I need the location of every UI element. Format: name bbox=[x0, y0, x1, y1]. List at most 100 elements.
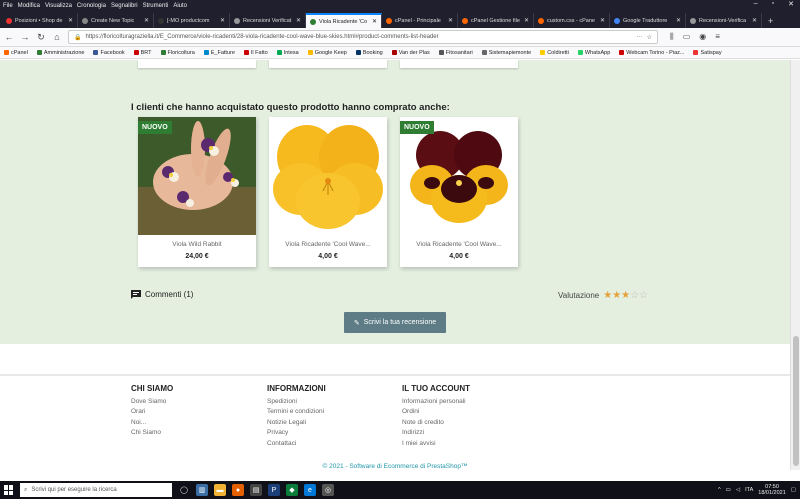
back-icon[interactable]: ← bbox=[4, 32, 14, 42]
product-card[interactable]: NUOVO Viola Ricadente 'Cool Wave... 4,00… bbox=[400, 117, 518, 267]
menu-item[interactable]: Aiuto bbox=[173, 3, 187, 9]
bookmark-item[interactable]: E_Fatture bbox=[203, 50, 235, 56]
product-name[interactable]: Viola Wild Rabbit bbox=[138, 241, 256, 248]
minimize-icon[interactable]: – bbox=[754, 0, 758, 8]
bookmark-item[interactable]: Amministrazione bbox=[36, 50, 84, 56]
task-view-app-icon[interactable]: ▥ bbox=[196, 484, 208, 496]
edge-icon[interactable]: e bbox=[304, 484, 316, 496]
footer-link[interactable]: Orari bbox=[131, 408, 173, 415]
browser-tab[interactable]: Google Traduttore ✕ bbox=[610, 13, 686, 28]
clock[interactable]: 07:50 18/01/2021 bbox=[758, 484, 786, 497]
home-icon[interactable]: ⌂ bbox=[52, 32, 62, 42]
bookmark-item[interactable]: Coldiretti bbox=[540, 50, 569, 56]
scrollbar-thumb[interactable] bbox=[793, 336, 799, 466]
tray-arrow-icon[interactable]: ^ bbox=[718, 487, 721, 493]
sidebar-icon[interactable]: ▭ bbox=[683, 32, 691, 42]
bookmark-item[interactable]: Floricoltura bbox=[160, 50, 195, 56]
url-bar[interactable]: 🔒 https://floricolturagraziella.it/E_Com… bbox=[68, 30, 658, 44]
tab-close-icon[interactable]: ✕ bbox=[524, 17, 529, 24]
tab-close-icon[interactable]: ✕ bbox=[600, 17, 605, 24]
photoshop-icon[interactable]: P bbox=[268, 484, 280, 496]
product-image[interactable]: NUOVO bbox=[138, 117, 256, 235]
browser-tab[interactable]: Recensioni Verificat ✕ bbox=[230, 13, 306, 28]
language-indicator[interactable]: ITA bbox=[745, 487, 753, 493]
bookmark-item[interactable]: Webcam Torino - Piaz... bbox=[619, 50, 684, 56]
browser-tab[interactable]: Create New Topic ✕ bbox=[78, 13, 154, 28]
menu-item[interactable]: File bbox=[3, 3, 13, 9]
menu-icon[interactable]: ≡ bbox=[715, 32, 720, 42]
footer-link[interactable]: Privacy bbox=[267, 429, 326, 436]
tab-close-icon[interactable]: ✕ bbox=[68, 17, 73, 24]
footer-link[interactable]: Ordini bbox=[402, 408, 470, 415]
tab-close-icon[interactable]: ✕ bbox=[220, 17, 225, 24]
footer-link[interactable]: Notizie Legali bbox=[267, 419, 326, 426]
extension-icon[interactable]: ◉ bbox=[699, 32, 706, 42]
bookmark-item[interactable]: Google Keep bbox=[307, 50, 347, 56]
menu-item[interactable]: Segnalibri bbox=[111, 3, 138, 9]
menu-item[interactable]: Strumenti bbox=[143, 3, 169, 9]
bookmark-item[interactable]: Satispay bbox=[693, 50, 722, 56]
tab-close-icon[interactable]: ✕ bbox=[676, 17, 681, 24]
footer-link[interactable]: Noi... bbox=[131, 419, 173, 426]
menu-item[interactable]: Modifica bbox=[18, 3, 40, 9]
notifications-icon[interactable]: ▢ bbox=[791, 487, 796, 493]
tab-close-icon[interactable]: ✕ bbox=[144, 17, 149, 24]
bookmark-item[interactable]: BRT bbox=[133, 50, 152, 56]
footer-link[interactable]: Chi Siamo bbox=[131, 429, 173, 436]
close-icon[interactable]: ✕ bbox=[788, 0, 794, 8]
product-name[interactable]: Viola Ricadente 'Cool Wave... bbox=[400, 241, 518, 248]
bookmark-item[interactable]: Facebook bbox=[93, 50, 125, 56]
tab-close-icon[interactable]: ✕ bbox=[448, 17, 453, 24]
bookmark-item[interactable]: Van der Plas bbox=[391, 50, 430, 56]
bookmark-item[interactable]: Sistemapiemonte bbox=[481, 50, 531, 56]
product-card[interactable]: NUOVO Viola Wild Rabbit 24,00 € bbox=[138, 117, 256, 267]
library-icon[interactable]: ⫼ bbox=[670, 32, 674, 42]
file-explorer-icon[interactable]: ▬ bbox=[214, 484, 226, 496]
app-green-icon[interactable]: ◆ bbox=[286, 484, 298, 496]
bookmark-item[interactable]: Booking bbox=[355, 50, 383, 56]
footer-link[interactable]: Indirizzi bbox=[402, 429, 470, 436]
app-icon[interactable]: ▤ bbox=[250, 484, 262, 496]
menu-item[interactable]: Cronologia bbox=[77, 3, 106, 9]
forward-icon[interactable]: → bbox=[20, 32, 30, 42]
browser-tab[interactable]: [-MO productcom ✕ bbox=[154, 13, 230, 28]
maximize-icon[interactable]: ▫ bbox=[772, 0, 774, 8]
volume-icon[interactable]: ◁ bbox=[736, 487, 740, 493]
windows-start-icon[interactable] bbox=[4, 485, 14, 495]
bookmark-item[interactable]: Il Fatto bbox=[243, 50, 268, 56]
footer-link[interactable]: Dove Siamo bbox=[131, 398, 173, 405]
more-icon[interactable]: ··· bbox=[637, 34, 643, 40]
task-view-icon[interactable]: ◯ bbox=[178, 484, 190, 496]
footer-link[interactable]: Termini e condizioni bbox=[267, 408, 326, 415]
write-review-button[interactable]: ✎ Scrivi la tua recensione bbox=[344, 312, 446, 333]
tab-close-icon[interactable]: ✕ bbox=[752, 17, 757, 24]
product-card[interactable]: Viola Ricadente 'Cool Wave... 4,00 € bbox=[269, 117, 387, 267]
browser-tab[interactable]: Viola Ricadente 'Co ✕ bbox=[306, 13, 382, 28]
footer-link[interactable]: Note di credito bbox=[402, 419, 470, 426]
browser-tab[interactable]: cPanel - Principale ✕ bbox=[382, 13, 458, 28]
product-image[interactable]: NUOVO bbox=[400, 117, 518, 235]
browser-tab[interactable]: cPanel Gestione file ✕ bbox=[458, 13, 534, 28]
browser-tab[interactable]: Recensioni-Verifica ✕ bbox=[686, 13, 762, 28]
tab-close-icon[interactable]: ✕ bbox=[296, 17, 301, 24]
bookmark-item[interactable]: Fitosanitari bbox=[438, 50, 473, 56]
footer-link[interactable]: I miei avvisi bbox=[402, 440, 470, 447]
new-tab-icon[interactable]: + bbox=[762, 13, 779, 28]
bookmark-star-icon[interactable]: ☆ bbox=[647, 34, 652, 41]
page-scrollbar[interactable] bbox=[790, 60, 800, 470]
copyright[interactable]: © 2021 - Software di Ecommerce di Presta… bbox=[0, 463, 790, 470]
bookmark-item[interactable]: WhatsApp bbox=[577, 50, 610, 56]
comments-header[interactable]: Commenti (1) bbox=[131, 290, 193, 299]
footer-link[interactable]: Contattaci bbox=[267, 440, 326, 447]
browser-tab[interactable]: custom.css - cPane ✕ bbox=[534, 13, 610, 28]
firefox-icon[interactable]: ● bbox=[232, 484, 244, 496]
reload-icon[interactable]: ↻ bbox=[36, 32, 46, 43]
footer-link[interactable]: Spedizioni bbox=[267, 398, 326, 405]
product-image[interactable] bbox=[269, 117, 387, 235]
menu-item[interactable]: Visualizza bbox=[45, 3, 72, 9]
tab-close-icon[interactable]: ✕ bbox=[372, 18, 377, 25]
browser-tab[interactable]: Posizioni • Shop de ✕ bbox=[2, 13, 78, 28]
footer-link[interactable]: Informazioni personali bbox=[402, 398, 470, 405]
bookmark-item[interactable]: cPanel bbox=[4, 50, 28, 56]
network-icon[interactable]: ▭ bbox=[726, 487, 731, 493]
